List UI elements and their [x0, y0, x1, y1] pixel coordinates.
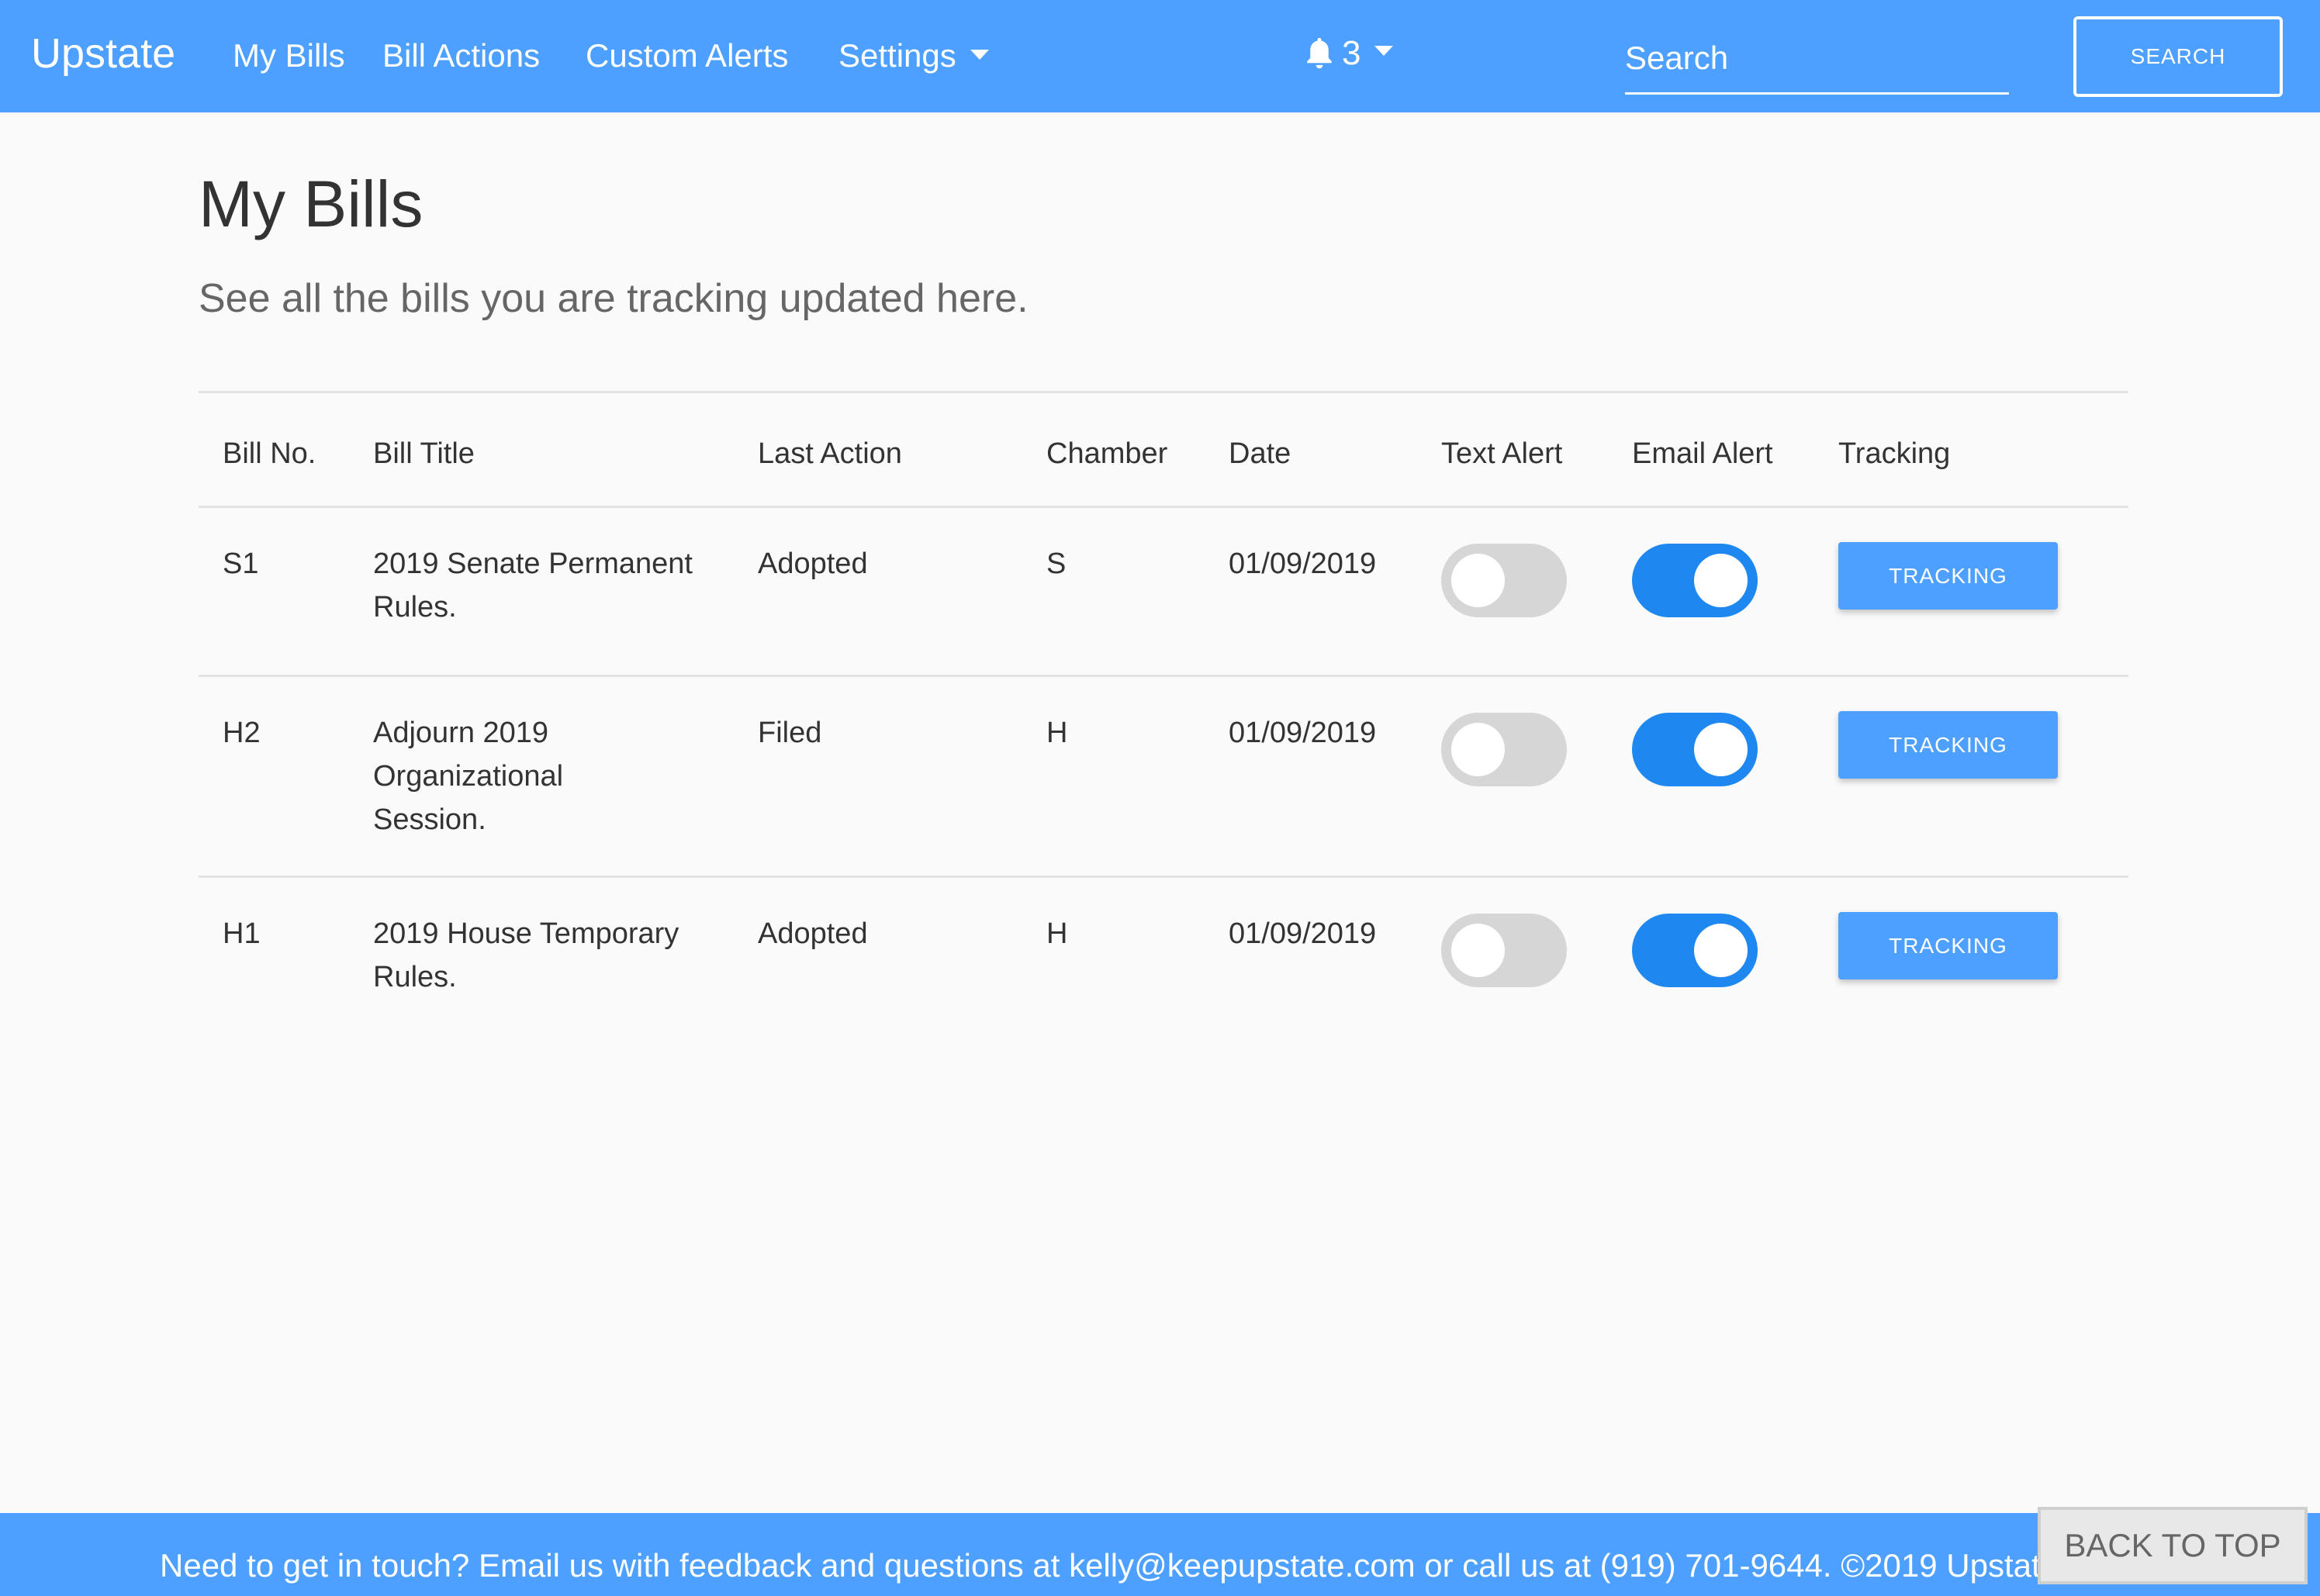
- bill-title: 2019 Senate Permanent Rules.: [373, 548, 693, 624]
- toggle-knob: [1451, 924, 1505, 977]
- bills-table: Bill No. Bill Title Last Action Chamber …: [199, 391, 2128, 1031]
- header-text-alert: Text Alert: [1441, 437, 1563, 470]
- toggle-knob: [1694, 924, 1748, 977]
- text-alert-toggle[interactable]: [1441, 713, 1567, 786]
- chevron-down-icon: [970, 50, 989, 60]
- text-alert-toggle[interactable]: [1441, 914, 1567, 987]
- bill-title: 2019 House Temporary Rules.: [373, 917, 679, 993]
- bell-icon: [1307, 37, 1332, 69]
- bill-date: 01/09/2019: [1229, 548, 1377, 580]
- bill-number: H1: [223, 917, 261, 950]
- bill-date: 01/09/2019: [1229, 917, 1377, 950]
- email-alert-toggle[interactable]: [1632, 914, 1758, 987]
- header-last-action: Last Action: [758, 437, 902, 470]
- tracking-button[interactable]: TRACKING: [1838, 542, 2058, 610]
- tracking-button[interactable]: TRACKING: [1838, 912, 2058, 979]
- nav-bill-actions[interactable]: Bill Actions: [382, 37, 540, 74]
- nav-settings-dropdown[interactable]: Settings: [838, 37, 989, 74]
- notification-count: 3: [1342, 34, 1361, 72]
- footer: Need to get in touch? Email us with feed…: [0, 1513, 2320, 1596]
- nav-my-bills[interactable]: My Bills: [233, 37, 345, 74]
- header-bill-title: Bill Title: [373, 437, 475, 470]
- text-alert-toggle[interactable]: [1441, 544, 1567, 617]
- header-tracking: Tracking: [1838, 437, 1951, 470]
- bill-chamber: H: [1046, 917, 1068, 950]
- bill-last-action: Filed: [758, 717, 822, 749]
- header-email-alert: Email Alert: [1632, 437, 1773, 470]
- email-alert-toggle[interactable]: [1632, 544, 1758, 617]
- page-subtitle: See all the bills you are tracking updat…: [199, 276, 1029, 321]
- notifications-dropdown[interactable]: 3: [1303, 34, 1394, 73]
- nav-settings-label: Settings: [838, 37, 956, 74]
- footer-contact-text: Need to get in touch? Email us with feed…: [160, 1547, 2059, 1584]
- search-input[interactable]: [1625, 23, 2009, 95]
- nav-custom-alerts[interactable]: Custom Alerts: [586, 37, 788, 74]
- toggle-knob: [1451, 723, 1505, 776]
- search-button[interactable]: SEARCH: [2073, 16, 2283, 97]
- table-header-row: Bill No. Bill Title Last Action Chamber …: [199, 391, 2128, 506]
- navbar: Upstate My Bills Bill Actions Custom Ale…: [0, 0, 2320, 112]
- back-to-top-button[interactable]: BACK TO TOP: [2038, 1507, 2308, 1584]
- header-chamber: Chamber: [1046, 437, 1168, 470]
- header-bill-no: Bill No.: [223, 437, 316, 470]
- bill-chamber: S: [1046, 548, 1067, 580]
- bill-last-action: Adopted: [758, 917, 868, 950]
- bill-last-action: Adopted: [758, 548, 868, 580]
- page-title: My Bills: [199, 168, 424, 240]
- bill-chamber: H: [1046, 717, 1068, 749]
- bill-date: 01/09/2019: [1229, 717, 1377, 749]
- header-date: Date: [1229, 437, 1291, 470]
- toggle-knob: [1451, 554, 1505, 607]
- bill-title: Adjourn 2019 Organizational Session.: [373, 717, 564, 836]
- table-row: S1 2019 Senate Permanent Rules. Adopted …: [199, 506, 2128, 675]
- tracking-button[interactable]: TRACKING: [1838, 711, 2058, 779]
- email-alert-toggle[interactable]: [1632, 713, 1758, 786]
- bill-number: H2: [223, 717, 261, 749]
- brand-logo[interactable]: Upstate: [31, 29, 175, 78]
- toggle-knob: [1694, 723, 1748, 776]
- table-row: H1 2019 House Temporary Rules. Adopted H…: [199, 876, 2128, 1031]
- chevron-down-icon: [1374, 45, 1394, 56]
- toggle-knob: [1694, 554, 1748, 607]
- bill-number: S1: [223, 548, 259, 580]
- table-row: H2 Adjourn 2019 Organizational Session. …: [199, 675, 2128, 876]
